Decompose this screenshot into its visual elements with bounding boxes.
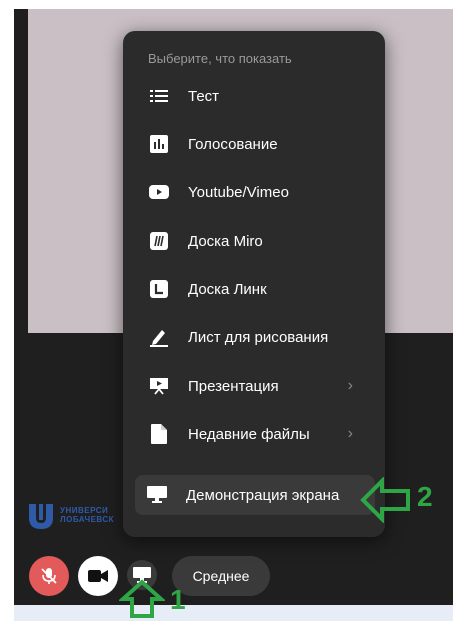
poll-icon xyxy=(148,133,170,155)
menu-item-link-board[interactable]: Доска Линк xyxy=(137,269,371,309)
menu-item-label: Демонстрация экрана xyxy=(186,486,340,504)
miro-icon xyxy=(148,230,170,252)
monitor-icon xyxy=(146,484,168,506)
menu-item-presentation[interactable]: Презентация › xyxy=(137,366,371,406)
logo-line-2: ЛОБАЧЕВСК xyxy=(60,515,115,524)
camera-button[interactable] xyxy=(78,556,118,596)
menu-item-label: Голосование xyxy=(188,135,278,153)
mic-off-icon xyxy=(41,568,57,584)
menu-item-label: Доска Miro xyxy=(188,232,263,250)
menu-item-label: Youtube/Vimeo xyxy=(188,183,289,201)
camera-icon xyxy=(88,570,108,582)
mute-mic-button[interactable] xyxy=(29,556,69,596)
menu-item-poll[interactable]: Голосование xyxy=(137,124,371,164)
file-icon xyxy=(148,423,170,445)
annotation-arrow-2 xyxy=(360,477,410,523)
logo-line-1: УНИВЕРСИ xyxy=(60,506,109,515)
menu-item-label: Тест xyxy=(188,87,220,105)
youtube-icon xyxy=(148,181,170,203)
menu-item-label: Лист для рисования xyxy=(188,328,329,346)
share-menu: Выберите, что показать Тест Голосование … xyxy=(123,31,385,537)
menu-item-label: Презентация xyxy=(188,377,279,395)
annotation-number-2: 2 xyxy=(417,481,433,512)
menu-item-label: Доска Линк xyxy=(188,280,267,298)
bottom-strip xyxy=(14,605,453,621)
annotation-arrow-1 xyxy=(119,579,165,618)
quality-button[interactable]: Среднее xyxy=(172,556,270,596)
menu-item-drawing[interactable]: Лист для рисования xyxy=(137,317,371,357)
pencil-icon xyxy=(148,326,170,348)
university-logo: УНИВЕРСИ ЛОБАЧЕВСК xyxy=(26,500,114,530)
chevron-right-icon: › xyxy=(347,377,353,394)
menu-title: Выберите, что показать xyxy=(148,51,292,66)
menu-item-screen-share[interactable]: Демонстрация экрана xyxy=(135,475,375,515)
annotation-number-1: 1 xyxy=(170,584,186,615)
menu-item-miro[interactable]: Доска Miro xyxy=(137,221,371,261)
presentation-icon xyxy=(148,375,170,397)
menu-item-test[interactable]: Тест xyxy=(137,76,371,116)
menu-item-youtube[interactable]: Youtube/Vimeo xyxy=(137,172,371,212)
link-board-icon xyxy=(148,278,170,300)
list-icon xyxy=(148,85,170,107)
menu-item-recent-files[interactable]: Недавние файлы › xyxy=(137,414,371,454)
chevron-right-icon: › xyxy=(347,425,353,442)
university-logo-icon xyxy=(29,504,53,529)
logo-text: УНИВЕРСИ ЛОБАЧЕВСК xyxy=(60,506,114,524)
menu-item-label: Недавние файлы xyxy=(188,425,310,443)
